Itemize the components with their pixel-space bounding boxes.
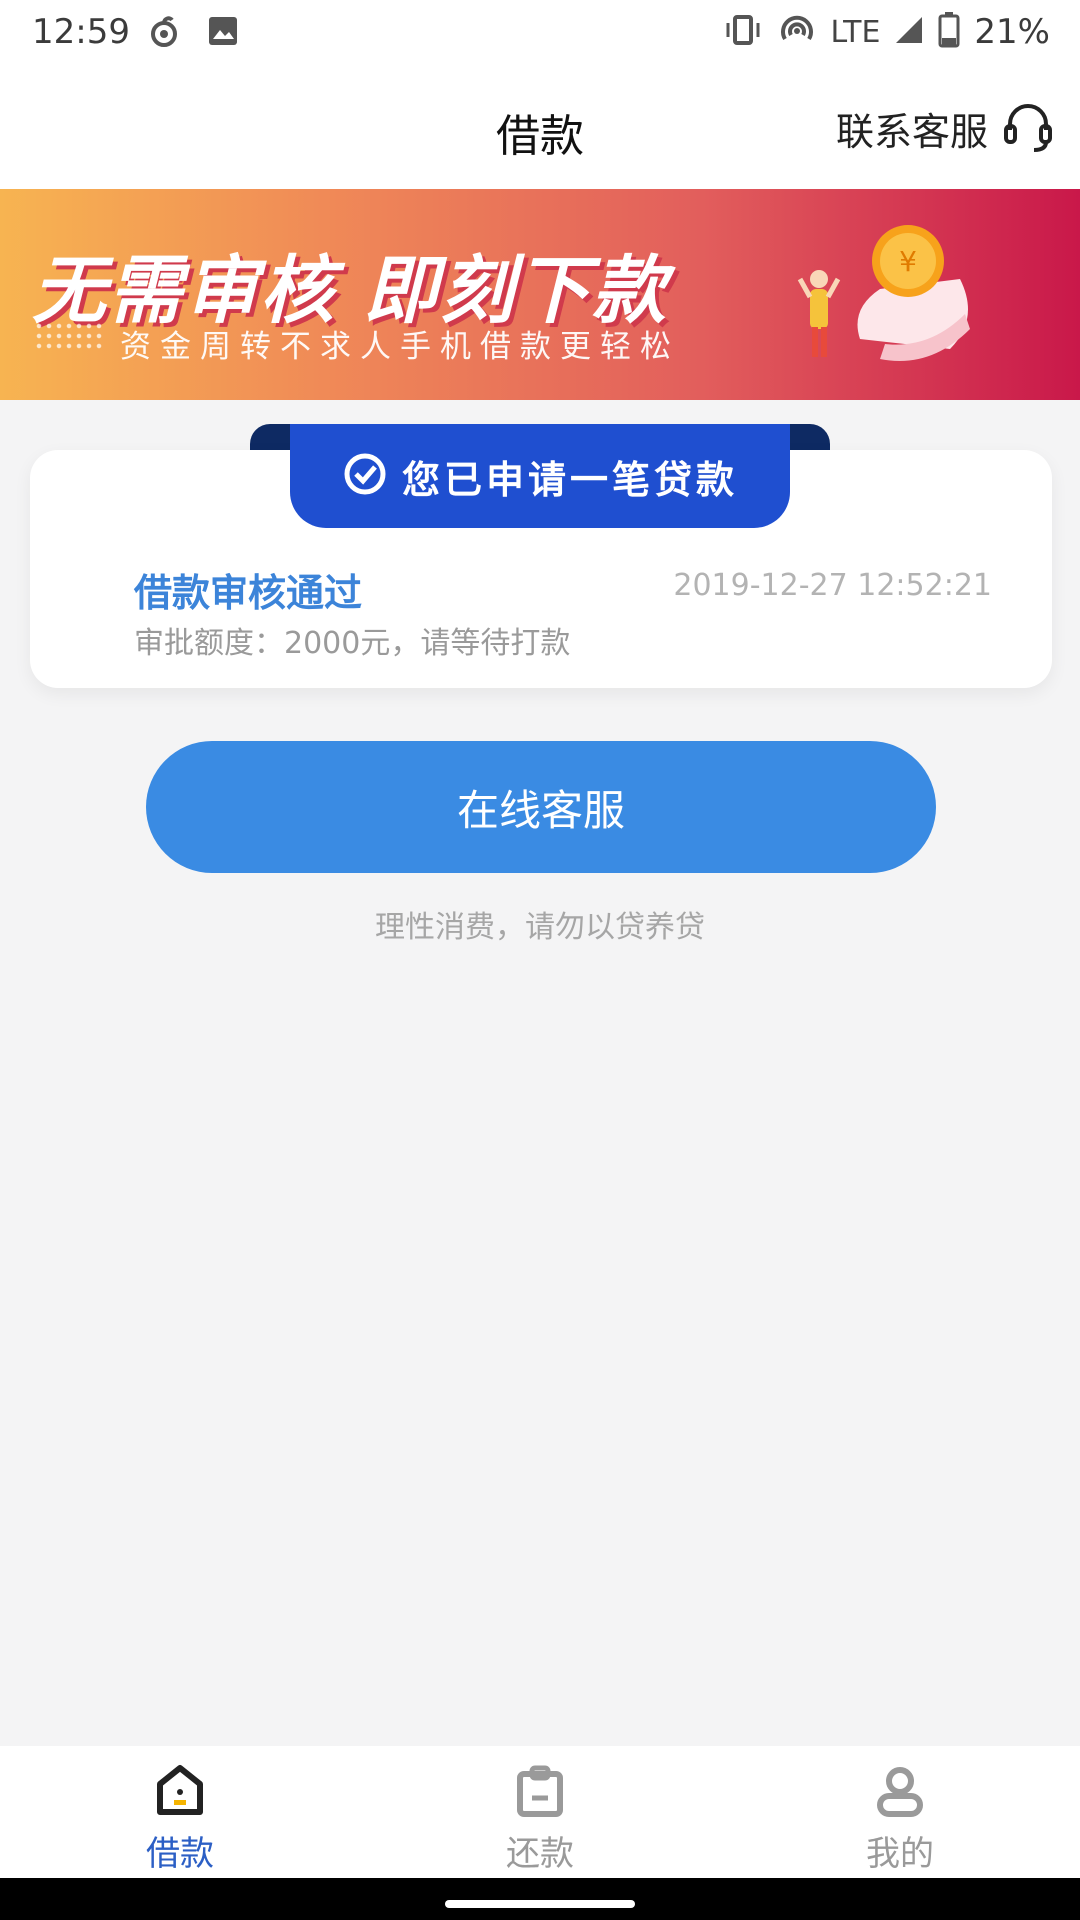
check-circle-icon (342, 451, 388, 501)
nav-tab-mine[interactable]: 我的 (800, 1764, 1000, 1875)
bottom-nav: 借款 还款 我的 (0, 1746, 1080, 1878)
loan-amount-text: 审批额度：2000元，请等待打款 (134, 626, 571, 661)
battery-icon (938, 12, 960, 52)
network-type: LTE (830, 14, 881, 50)
nav-tab-repay[interactable]: 还款 (440, 1764, 640, 1875)
image-icon (206, 14, 240, 52)
system-nav-bar (0, 1878, 1080, 1920)
hotspot-icon (777, 13, 817, 51)
coin-illustration: ¥ (790, 209, 990, 383)
nav-tab-borrow-label: 借款 (146, 1834, 214, 1874)
contact-service-label: 联系客服 (835, 109, 988, 154)
responsible-borrowing-note: 理性消费，请勿以贷养贷 (375, 910, 705, 945)
headset-icon (1000, 98, 1056, 158)
signal-icon (894, 15, 924, 49)
app-header: 借款 联系客服 (0, 64, 1080, 190)
nav-tab-borrow[interactable]: 借款 (80, 1764, 280, 1875)
home-icon (80, 1764, 280, 1822)
vibrate-icon (723, 13, 763, 51)
nav-tab-mine-label: 我的 (866, 1834, 934, 1874)
banner-dots-decoration (34, 321, 106, 351)
loan-status-title: 借款审核通过 (134, 571, 363, 615)
status-bar: 12:59 LTE 21% (0, 0, 1080, 64)
home-gesture-pill[interactable] (445, 1900, 635, 1908)
nav-tab-repay-label: 还款 (506, 1834, 574, 1874)
ribbon-text: 您已申请一笔贷款 (401, 457, 738, 502)
promo-banner[interactable]: 无需审核 即刻下款 资金周转不求人手机借款更轻松 ¥ (0, 189, 1080, 400)
status-time: 12:59 (32, 12, 130, 52)
online-service-button[interactable]: 在线客服 (146, 741, 936, 873)
svg-text:¥: ¥ (899, 245, 917, 278)
contact-service-button[interactable]: 联系客服 (836, 98, 1056, 158)
clipboard-icon (440, 1764, 640, 1822)
banner-subline: 资金周转不求人手机借款更轻松 (120, 329, 680, 365)
battery-percent: 21% (974, 12, 1050, 52)
applied-ribbon: 您已申请一笔贷款 (290, 424, 790, 528)
user-icon (800, 1764, 1000, 1822)
loan-status-datetime: 2019-12-27 12:52:21 (673, 568, 992, 603)
netease-music-icon (146, 14, 182, 54)
